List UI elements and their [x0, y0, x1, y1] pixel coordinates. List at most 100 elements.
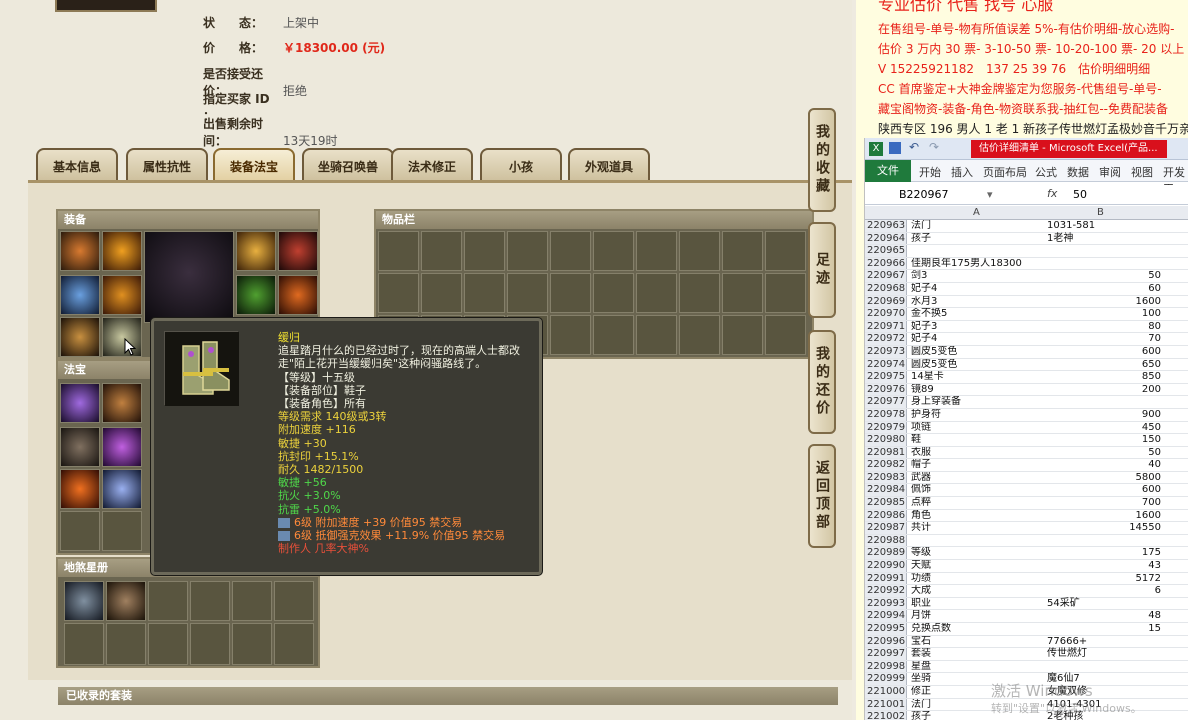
cell-b[interactable]: 200 — [1047, 384, 1161, 397]
row-number[interactable]: 220999 — [865, 673, 907, 685]
equipment-slot-accessory[interactable] — [278, 231, 318, 271]
inventory-slot[interactable] — [722, 231, 763, 271]
ribbon-tab-data[interactable]: 数据 — [1067, 164, 1089, 180]
cell-b[interactable]: 54采矿 — [1047, 598, 1161, 611]
inventory-slot[interactable] — [507, 231, 548, 271]
row-number[interactable]: 220972 — [865, 333, 907, 345]
row-number[interactable]: 220968 — [865, 282, 907, 295]
cell-a[interactable]: 水月3 — [911, 296, 1045, 309]
cell-a[interactable]: 妃子3 — [911, 321, 1045, 334]
undo-icon[interactable]: ↶ — [909, 140, 919, 154]
row-number[interactable]: 220983 — [865, 471, 907, 484]
inventory-slot[interactable] — [636, 315, 677, 355]
treasure-slot-1[interactable] — [60, 383, 100, 423]
cell-a[interactable]: 帽子 — [911, 459, 1045, 472]
cell-b[interactable]: 77666+ — [1047, 636, 1161, 649]
inventory-slot[interactable] — [765, 231, 806, 271]
ribbon-tab-page-layout[interactable]: 页面布局 — [983, 164, 1027, 180]
inventory-slot[interactable] — [378, 231, 419, 271]
redo-icon[interactable]: ↷ — [929, 140, 939, 154]
row-number[interactable]: 220991 — [865, 572, 907, 585]
inventory-slot[interactable] — [421, 231, 462, 271]
ribbon-tab-home[interactable]: 开始 — [919, 164, 941, 180]
inventory-slot[interactable] — [507, 273, 548, 313]
inventory-slot[interactable] — [421, 273, 462, 313]
cell-b[interactable]: 43 — [1047, 560, 1161, 573]
cell-a[interactable]: 天赋 — [911, 560, 1045, 573]
cell-b[interactable]: 1031-581 — [1047, 220, 1161, 233]
cell-b[interactable]: 50 — [1047, 270, 1161, 283]
row-number[interactable]: 220977 — [865, 396, 907, 408]
row-number[interactable]: 220997 — [865, 648, 907, 660]
row-number[interactable]: 220986 — [865, 509, 907, 522]
cell-a[interactable]: 剑3 — [911, 270, 1045, 283]
cell-b[interactable]: 650 — [1047, 359, 1161, 372]
row-number[interactable]: 220970 — [865, 308, 907, 320]
tab-attributes[interactable]: 属性抗性 — [126, 148, 208, 182]
column-header-a[interactable]: A — [973, 207, 980, 218]
row-number[interactable]: 220981 — [865, 446, 907, 459]
cell-a[interactable]: 14星卡 — [911, 371, 1045, 384]
function-icon[interactable]: fx — [1047, 187, 1057, 200]
row-number[interactable]: 220998 — [865, 660, 907, 673]
my-counter-offers-button[interactable]: 我的还价 — [808, 330, 836, 434]
cell-a[interactable]: 月饼 — [911, 610, 1045, 623]
treasure-slot-5[interactable] — [60, 469, 100, 509]
star-card-1[interactable] — [64, 581, 104, 621]
cell-a[interactable]: 宝石 — [911, 636, 1045, 649]
cell-b[interactable]: 850 — [1047, 371, 1161, 384]
name-box[interactable]: B220967 — [899, 188, 949, 201]
row-number[interactable]: 220967 — [865, 270, 907, 282]
row-number[interactable]: 220992 — [865, 585, 907, 597]
equipment-slot-weapon[interactable] — [60, 275, 100, 315]
cell-b[interactable]: 600 — [1047, 346, 1161, 359]
cell-a[interactable]: 护身符 — [911, 409, 1045, 422]
cell-a[interactable]: 镜89 — [911, 384, 1045, 397]
cell-b[interactable]: 1600 — [1047, 510, 1161, 523]
cell-b[interactable]: 70 — [1047, 333, 1161, 346]
equipment-slot-shoes[interactable] — [102, 317, 142, 357]
cell-b[interactable]: 40 — [1047, 459, 1161, 472]
cell-b[interactable]: 传世燃灯 — [1047, 648, 1161, 661]
cell-a[interactable]: 职业 — [911, 598, 1045, 611]
row-number[interactable]: 220969 — [865, 295, 907, 308]
cell-b[interactable]: 5172 — [1047, 573, 1161, 586]
cell-a[interactable]: 共计 — [911, 522, 1045, 535]
ribbon-tab-view[interactable]: 视图 — [1131, 164, 1153, 180]
tab-appearance[interactable]: 外观道具 — [568, 148, 650, 182]
tab-equipment[interactable]: 装备法宝 — [213, 148, 295, 182]
row-number[interactable]: 220995 — [865, 623, 907, 635]
row-number[interactable]: 220996 — [865, 635, 907, 648]
row-number[interactable]: 220966 — [865, 257, 907, 270]
treasure-slot-3[interactable] — [60, 427, 100, 467]
row-number[interactable]: 220973 — [865, 345, 907, 358]
equipment-slot-armor[interactable] — [102, 275, 142, 315]
inventory-slot[interactable] — [722, 315, 763, 355]
inventory-slot[interactable] — [636, 273, 677, 313]
cell-a[interactable]: 佳期良年175男人18300 — [911, 258, 1045, 271]
star-card-2[interactable] — [106, 581, 146, 621]
save-icon[interactable] — [889, 142, 901, 154]
cell-b[interactable]: 450 — [1047, 422, 1161, 435]
treasure-slot-6[interactable] — [102, 469, 142, 509]
row-number[interactable]: 220984 — [865, 484, 907, 497]
cell-a[interactable]: 圆皮5变色 — [911, 346, 1045, 359]
cell-a[interactable]: 妃子4 — [911, 333, 1045, 346]
my-favorites-button[interactable]: 我的收藏 — [808, 108, 836, 212]
row-number[interactable]: 220971 — [865, 320, 907, 333]
equipment-slot-belt[interactable] — [60, 317, 100, 357]
inventory-slot[interactable] — [550, 315, 591, 355]
inventory-slot[interactable] — [550, 231, 591, 271]
row-number[interactable]: 220980 — [865, 434, 907, 446]
equipment-slot-ornament[interactable] — [236, 231, 276, 271]
cell-b[interactable]: 150 — [1047, 434, 1161, 447]
tab-spell-modifiers[interactable]: 法术修正 — [391, 148, 473, 182]
equipment-slot-charm[interactable] — [278, 275, 318, 315]
back-to-top-button[interactable]: 返回顶部 — [808, 444, 836, 548]
cell-a[interactable]: 武器 — [911, 472, 1045, 485]
cell-a[interactable]: 大成 — [911, 585, 1045, 598]
tab-mounts-pets[interactable]: 坐骑召唤兽 — [302, 148, 394, 182]
inventory-slot[interactable] — [464, 273, 505, 313]
cell-a[interactable]: 衣服 — [911, 447, 1045, 460]
inventory-slot[interactable] — [722, 273, 763, 313]
